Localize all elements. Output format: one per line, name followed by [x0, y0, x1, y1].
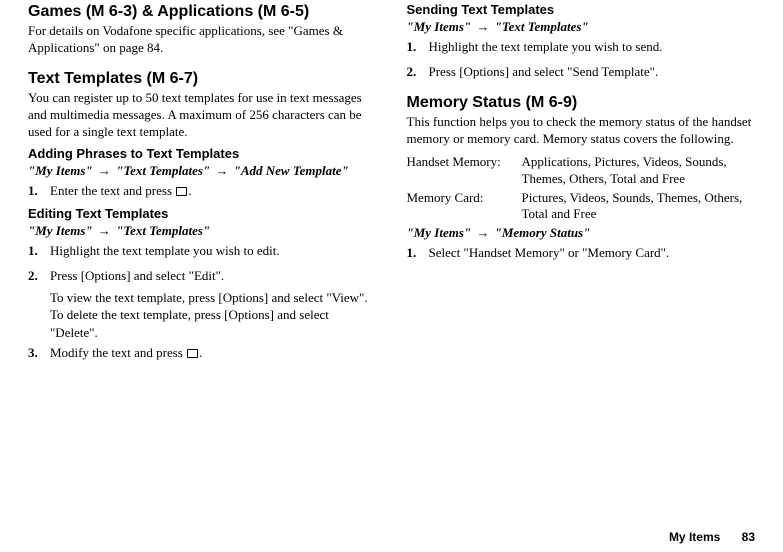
- nav-segment: "Text Templates": [116, 163, 210, 178]
- step-number: 1.: [28, 242, 38, 260]
- games-heading: Games (M 6-3) & Applications (M 6-5): [28, 2, 377, 22]
- games-desc: For details on Vodafone specific applica…: [28, 23, 377, 57]
- table-row: Memory Card: Pictures, Videos, Sounds, T…: [407, 190, 756, 224]
- nav-segment: "Text Templates": [116, 223, 210, 238]
- left-column: Games (M 6-3) & Applications (M 6-5) For…: [28, 0, 377, 361]
- step-text: Highlight the text template you wish to …: [50, 243, 280, 258]
- nav-segment: "My Items": [28, 223, 93, 238]
- step-text: Press [Options] and select "Send Templat…: [429, 64, 659, 79]
- footer-page-number: 83: [742, 530, 755, 544]
- sending-steps: 1. Highlight the text template you wish …: [407, 38, 756, 81]
- ok-button-icon: [176, 187, 187, 196]
- editing-heading: Editing Text Templates: [28, 206, 377, 221]
- nav-segment: "My Items": [407, 19, 472, 34]
- editing-nav-path: "My Items" → "Text Templates": [28, 223, 377, 240]
- arrow-icon: →: [210, 163, 234, 178]
- memory-label: Handset Memory:: [407, 154, 522, 188]
- footer-section: My Items: [669, 530, 720, 544]
- step-number: 2.: [28, 267, 38, 285]
- memory-status-heading: Memory Status (M 6-9): [407, 93, 756, 113]
- page-footer: My Items 83: [669, 530, 755, 544]
- nav-segment: "Memory Status": [495, 225, 591, 240]
- memory-value: Applications, Pictures, Videos, Sounds, …: [522, 154, 756, 188]
- nav-segment: "My Items": [407, 225, 472, 240]
- adding-steps: 1. Enter the text and press .: [28, 182, 377, 200]
- nav-segment: "Text Templates": [495, 19, 589, 34]
- step-subtext: To view the text template, press [Option…: [50, 289, 377, 307]
- nav-segment: "Add New Template": [234, 163, 349, 178]
- list-item: 1. Enter the text and press .: [28, 182, 377, 200]
- list-item: 3. Modify the text and press .: [28, 344, 377, 362]
- step-text: Enter the text and press: [50, 183, 175, 198]
- list-item: 2. Press [Options] and select "Send Temp…: [407, 63, 756, 81]
- adding-phrases-heading: Adding Phrases to Text Templates: [28, 146, 377, 161]
- text-templates-heading: Text Templates (M 6-7): [28, 69, 377, 89]
- list-item: 1. Highlight the text template you wish …: [407, 38, 756, 56]
- step-text: Highlight the text template you wish to …: [429, 39, 663, 54]
- right-column: Sending Text Templates "My Items" → "Tex…: [407, 0, 756, 361]
- list-item: 1. Select "Handset Memory" or "Memory Ca…: [407, 244, 756, 262]
- step-text: Modify the text and press: [50, 345, 186, 360]
- editing-steps: 1. Highlight the text template you wish …: [28, 242, 377, 361]
- arrow-icon: →: [93, 223, 117, 238]
- memory-table: Handset Memory: Applications, Pictures, …: [407, 154, 756, 224]
- arrow-icon: →: [471, 19, 495, 34]
- text-templates-desc: You can register up to 50 text templates…: [28, 90, 377, 141]
- step-number: 1.: [28, 182, 38, 200]
- memory-steps: 1. Select "Handset Memory" or "Memory Ca…: [407, 244, 756, 262]
- table-row: Handset Memory: Applications, Pictures, …: [407, 154, 756, 188]
- arrow-icon: →: [93, 163, 117, 178]
- list-item: 1. Highlight the text template you wish …: [28, 242, 377, 260]
- step-text: .: [188, 183, 191, 198]
- step-text: Press [Options] and select "Edit".: [50, 268, 224, 283]
- adding-nav-path: "My Items" → "Text Templates" → "Add New…: [28, 163, 377, 180]
- memory-label: Memory Card:: [407, 190, 522, 224]
- memory-value: Pictures, Videos, Sounds, Themes, Others…: [522, 190, 756, 224]
- arrow-icon: →: [471, 225, 495, 240]
- nav-segment: "My Items": [28, 163, 93, 178]
- step-text: Select "Handset Memory" or "Memory Card"…: [429, 245, 670, 260]
- step-subtext: To delete the text template, press [Opti…: [50, 306, 377, 341]
- memory-status-desc: This function helps you to check the mem…: [407, 114, 756, 148]
- ok-button-icon: [187, 349, 198, 358]
- step-number: 2.: [407, 63, 417, 81]
- step-number: 3.: [28, 344, 38, 362]
- sending-nav-path: "My Items" → "Text Templates": [407, 19, 756, 36]
- step-number: 1.: [407, 38, 417, 56]
- list-item: 2. Press [Options] and select "Edit". To…: [28, 267, 377, 341]
- step-number: 1.: [407, 244, 417, 262]
- memory-nav-path: "My Items" → "Memory Status": [407, 225, 756, 242]
- sending-heading: Sending Text Templates: [407, 2, 756, 17]
- step-text: .: [199, 345, 202, 360]
